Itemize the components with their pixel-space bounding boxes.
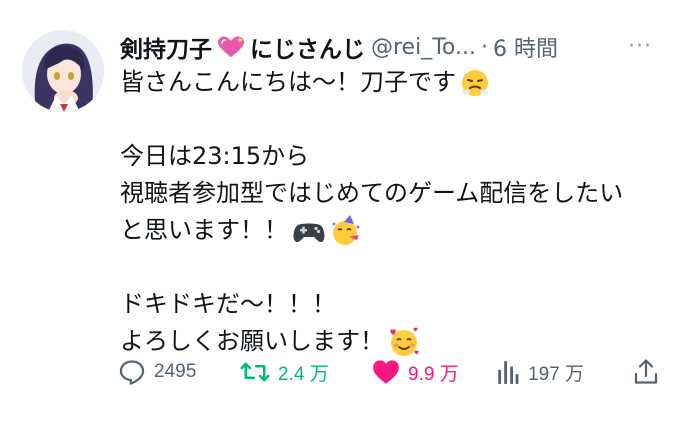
text-line: 今日は23:15から [120,142,310,170]
huffing-face-icon [460,68,490,98]
tweet-header: 剣持刀子 にじさんじ @rei_To... · 6 時間 ··· [120,30,656,64]
text-line: 視聴者参加型ではじめてのゲーム配信をしたい [120,179,624,207]
like-count: 9.9 万 [408,363,459,385]
handle[interactable]: @rei_To... [371,35,476,60]
reply-count: 2495 [154,361,197,382]
avatar[interactable] [22,30,104,112]
heart-with-sparkles-icon [216,35,246,59]
time-separator: · [480,34,488,60]
text-line: と思います！！ [120,212,660,249]
share-icon [634,359,658,384]
tweet-text: 皆さんこんにちは〜！刀子です 今日は23:15から 視聴者参加型ではじめてのゲー… [120,64,660,360]
timestamp[interactable]: 6 時間 [493,31,558,63]
like-button[interactable]: 9.9 万 [372,359,496,386]
affiliation[interactable]: にじさんじ [250,30,365,64]
views-button[interactable]: 197 万 [496,359,634,386]
avatar-image [22,30,104,112]
share-button[interactable] [634,358,658,386]
action-bar: 2495 2.4 万 9.9 万 197 万 [118,352,658,392]
tweet[interactable]: 剣持刀子 にじさんじ @rei_To... · 6 時間 ··· 皆さんこんにち… [0,0,680,423]
text-line: 皆さんこんにちは〜！刀子です [120,64,660,101]
game-controller-icon [292,216,326,246]
display-name[interactable]: 剣持刀子 [120,30,212,64]
retweet-count: 2.4 万 [278,363,329,385]
retweet-icon [240,362,270,382]
party-face-icon [330,214,362,247]
retweet-button[interactable]: 2.4 万 [240,358,372,386]
heart-icon [373,360,399,384]
view-count: 197 万 [528,363,584,385]
more-options-button[interactable]: ··· [628,34,652,59]
reply-icon [119,360,145,385]
views-icon [498,361,519,384]
text-line: ドキドキだ〜！！！ [120,290,336,318]
reply-button[interactable]: 2495 [118,358,240,386]
